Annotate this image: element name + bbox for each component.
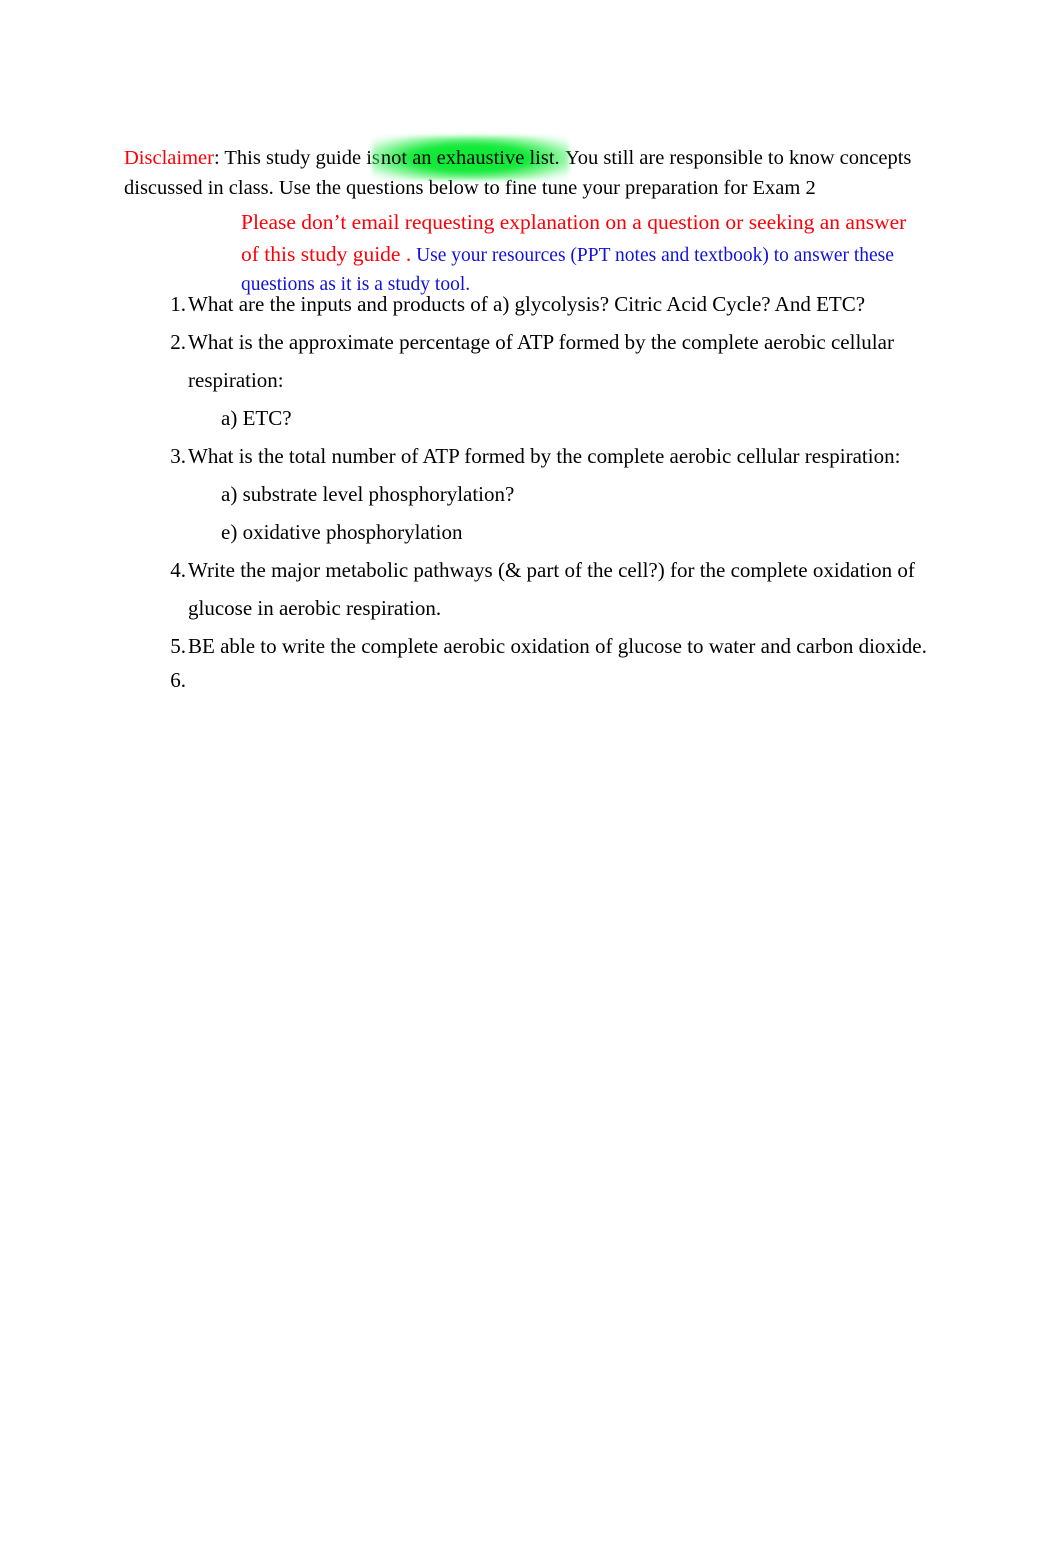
question-text: What is the total number of ATP formed b… [188,444,901,468]
question-item: 1. What are the inputs and products of a)… [124,285,934,323]
question-item: 4. Write the major metabolic pathways (& … [124,551,934,627]
highlighted-phrase: not an exhaustive list. [380,143,561,173]
question-text: BE able to write the complete aerobic ox… [188,634,927,658]
question-subitem: a) ETC? [221,406,292,430]
question-subitem: e) oxidative phosphorylation [221,520,463,544]
disclaimer-lead-in: : This study guide is [213,146,380,169]
question-subitem: a) substrate level phosphorylation? [221,482,515,506]
document-page: Disclaimer: This study guide isnot an ex… [0,0,1062,1556]
question-number: 4. [170,558,186,582]
question-number: 2. [170,330,186,354]
list-number-6: 6. [170,668,186,692]
disclaimer-label: Disclaimer [124,146,214,169]
question-text: What is the approximate percentage of AT… [188,330,894,392]
question-number: 5. [170,634,186,658]
question-item: 3. What is the total number of ATP formed… [124,437,934,551]
question-text: What are the inputs and products of a) g… [188,292,866,316]
question-item: 5. BE able to write the complete aerobic … [124,627,934,665]
question-number: 3. [170,444,186,468]
question-text: Write the major metabolic pathways (& pa… [188,558,915,620]
obscured-question-list: 6. [124,665,944,1240]
question-number: 1. [170,292,186,316]
disclaimer-paragraph: Disclaimer: This study guide isnot an ex… [124,143,914,203]
question-list: 1. What are the inputs and products of a)… [124,285,934,665]
question-item: 2. What is the approximate percentage of … [124,323,934,437]
